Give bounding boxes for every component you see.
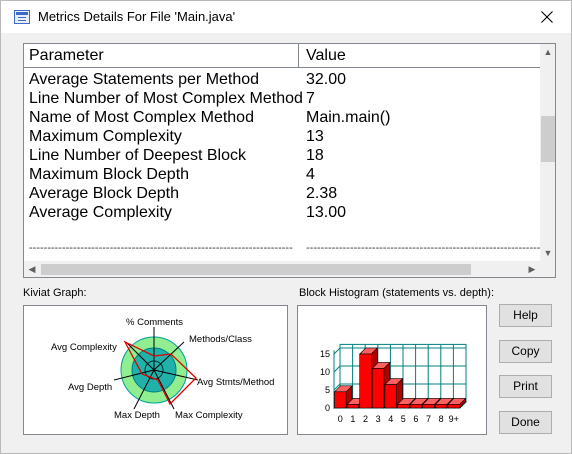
- block-histogram-chart: 0510150 1 2 3 4 5 6 7 8 9+: [320, 343, 468, 424]
- block-histogram-label: Block Histogram (statements vs. depth):: [299, 287, 495, 299]
- histogram-y-tick-label: 0: [325, 403, 330, 413]
- histogram-y-tick-label: 15: [320, 349, 330, 359]
- app-window-icon: [14, 10, 30, 24]
- value-cell: 32.00: [306, 71, 347, 88]
- histogram-x-tick-label: 7: [426, 414, 431, 424]
- histogram-bar: [372, 368, 385, 409]
- scrollbar-corner: [540, 261, 555, 277]
- value-cell: 4: [306, 166, 315, 183]
- title-bar: Metrics Details For File 'Main.java': [1, 1, 571, 33]
- histogram-y-tick-label: 10: [320, 367, 330, 377]
- table-row[interactable]: Maximum Block Depth 4: [24, 166, 540, 185]
- table-row[interactable]: Average Statements per Method 32.00: [24, 71, 540, 90]
- histogram-x-tick-label: 8: [439, 414, 444, 424]
- histogram-y-tick-label: 5: [325, 385, 330, 395]
- value-cell: 7: [306, 90, 315, 107]
- parameter-cell: Average Complexity: [29, 204, 172, 221]
- vertical-scroll-thumb[interactable]: [541, 116, 555, 162]
- done-button[interactable]: Done: [499, 411, 552, 434]
- histogram-x-tick-label: 6: [413, 414, 418, 424]
- kiviat-axis-label: Avg Stmts/Method: [197, 377, 274, 388]
- table-row[interactable]: Line Number of Most Complex Method 7: [24, 90, 540, 109]
- parameter-column-header[interactable]: Parameter: [24, 44, 299, 67]
- kiviat-graph-label: Kiviat Graph:: [23, 287, 87, 299]
- parameter-cell: Maximum Complexity: [29, 128, 182, 145]
- table-row[interactable]: Line Number of Deepest Block 18: [24, 147, 540, 166]
- scroll-left-arrow-icon[interactable]: ◀: [24, 261, 40, 277]
- table-header: Parameter Value: [24, 44, 540, 68]
- kiviat-axis-label: Max Complexity: [175, 410, 243, 421]
- table-row[interactable]: Average Block Depth 2.38: [24, 185, 540, 204]
- histogram-gridline: [333, 365, 341, 373]
- kiviat-axis-label: Max Depth: [114, 410, 160, 421]
- block-histogram: 0 5 10 15 0 1 2 3 4 5 6 7 8 9+: [297, 305, 487, 435]
- scroll-up-arrow-icon[interactable]: ▲: [540, 44, 555, 60]
- kiviat-graph-canvas: % Comments Methods/Class Avg Stmts/Metho…: [51, 317, 274, 421]
- kiviat-axis-label: Methods/Class: [189, 334, 252, 345]
- scroll-right-arrow-icon[interactable]: ▶: [524, 261, 540, 277]
- scroll-down-arrow-icon[interactable]: ▼: [540, 245, 555, 261]
- kiviat-axis-label: % Comments: [126, 317, 183, 328]
- parameter-cell: Line Number of Most Complex Method: [29, 90, 303, 107]
- value-cell: 18: [306, 147, 324, 164]
- print-button[interactable]: Print: [499, 375, 552, 398]
- window-title: Metrics Details For File 'Main.java': [38, 9, 236, 24]
- value-column-header[interactable]: Value: [300, 44, 540, 67]
- histogram-x-tick-label: 2: [363, 414, 368, 424]
- table-rows: Average Statements per Method 32.00 Line …: [24, 71, 540, 223]
- histogram-x-tick-label: 1: [350, 414, 355, 424]
- histogram-bar: [435, 404, 448, 409]
- histogram-x-tick-label: 9+: [449, 414, 459, 424]
- histogram-bar: [359, 353, 372, 409]
- table-row[interactable]: Name of Most Complex Method Main.main(): [24, 109, 540, 128]
- metrics-details-window: Metrics Details For File 'Main.java' Par…: [0, 0, 572, 454]
- histogram-bar: [346, 404, 359, 409]
- histogram-bar: [447, 404, 460, 409]
- value-cell: 13: [306, 128, 324, 145]
- parameter-cell: Average Statements per Method: [29, 71, 260, 88]
- separator-row: ----------------------------------------…: [24, 242, 540, 258]
- histogram-bar: [384, 384, 397, 409]
- copy-button[interactable]: Copy: [499, 340, 552, 363]
- close-icon: [541, 11, 553, 23]
- parameter-cell: Average Block Depth: [29, 185, 180, 202]
- separator-value: ----------------------------------------…: [306, 242, 540, 254]
- histogram-x-tick-label: 3: [376, 414, 381, 424]
- histogram-bar: [422, 404, 435, 409]
- close-button[interactable]: [529, 1, 565, 33]
- value-cell: 2.38: [306, 185, 338, 202]
- histogram-bar: [397, 404, 410, 409]
- table-row[interactable]: Average Complexity 13.00: [24, 204, 540, 223]
- vertical-scrollbar[interactable]: ▲ ▼: [540, 44, 555, 261]
- metrics-table: Parameter Value Average Statements per M…: [23, 43, 556, 278]
- histogram-gridline: [333, 347, 341, 355]
- horizontal-scrollbar[interactable]: ◀ ▶: [24, 261, 540, 277]
- histogram-bar: [409, 404, 422, 409]
- kiviat-axis-label: Avg Depth: [68, 382, 112, 393]
- kiviat-axis-label: Avg Complexity: [51, 342, 117, 353]
- histogram-x-tick-label: 5: [401, 414, 406, 424]
- histogram-x-tick-label: 4: [388, 414, 393, 424]
- help-button[interactable]: Help: [499, 304, 552, 327]
- kiviat-graph: % Comments Methods/Class Avg Stmts/Metho…: [23, 305, 288, 435]
- horizontal-scroll-thumb[interactable]: [41, 264, 471, 275]
- table-row[interactable]: Maximum Complexity 13: [24, 128, 540, 147]
- parameter-cell: Line Number of Deepest Block: [29, 147, 246, 164]
- value-cell: 13.00: [306, 204, 347, 221]
- histogram-bar: [334, 391, 347, 409]
- histogram-x-tick-label: 0: [338, 414, 343, 424]
- separator-parameter: ----------------------------------------…: [29, 242, 293, 254]
- value-cell: Main.main(): [306, 109, 391, 126]
- parameter-cell: Maximum Block Depth: [29, 166, 190, 183]
- parameter-cell: Name of Most Complex Method: [29, 109, 254, 126]
